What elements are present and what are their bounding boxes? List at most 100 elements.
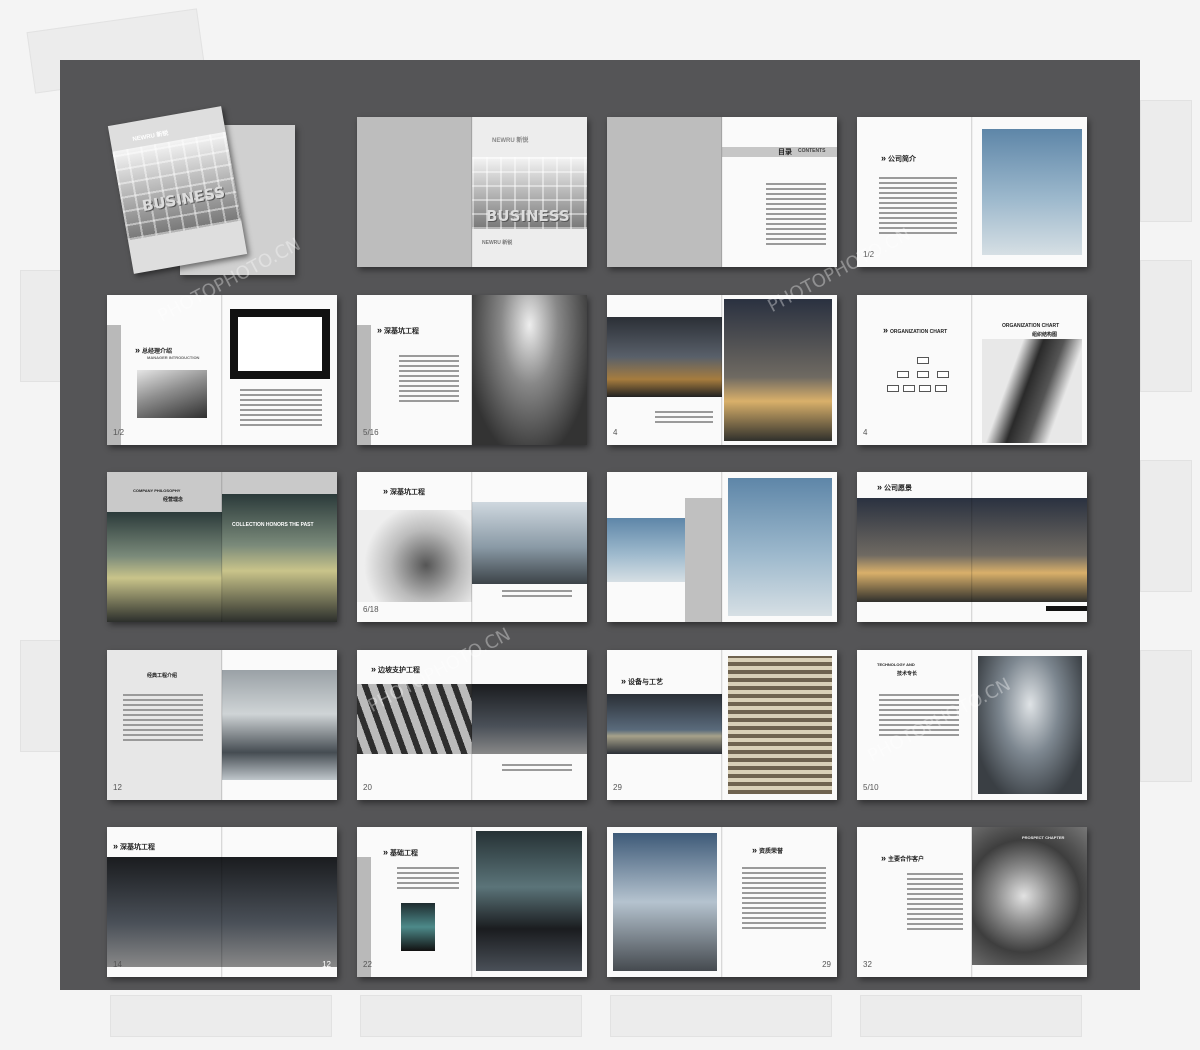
contents-subtitle: CONTENTS (798, 148, 826, 154)
cover-brand: NEWRU 新锐 (492, 138, 529, 144)
chevron-icon: » (113, 841, 119, 851)
spread-towers[interactable] (607, 472, 837, 622)
skyscrapers-photo (472, 684, 587, 754)
body-text (502, 764, 572, 774)
spread-vision[interactable]: » 公司愿景 (857, 472, 1087, 622)
spread-classic[interactable]: 经典工程介绍 12 (107, 650, 337, 800)
chevron-icon: » (383, 486, 389, 496)
fold-shadow (471, 117, 473, 267)
eiffel-sunset-photo (857, 498, 972, 602)
body-text (879, 694, 959, 739)
spread-deep-foundation-2[interactable]: » 深基坑工程 6/18 (357, 472, 587, 622)
page-number: 5/10 (863, 783, 879, 792)
page-right: NEWRU 新锐 BUSINESS NEWRU 新锐 (472, 117, 587, 267)
fold-shadow (971, 472, 973, 622)
fold-shadow (971, 295, 973, 445)
river-sunset-photo (972, 498, 1087, 602)
page-number: 4 (863, 428, 868, 437)
page-right (972, 117, 1087, 267)
spread-qualification[interactable]: » 资质荣誉 29 (607, 827, 837, 977)
fold-shadow (971, 827, 973, 977)
fold-shadow (221, 295, 223, 445)
heading-org-en: » ORGANIZATION CHART (883, 325, 947, 335)
chevron-icon: » (371, 664, 377, 674)
chevron-icon: » (377, 325, 383, 335)
page-right: 12 (222, 827, 337, 977)
portrait-inner (238, 317, 322, 371)
aerial-city-photo-2 (472, 502, 587, 584)
background-ghost-page (1140, 650, 1192, 782)
heading-text: 深基坑工程 (390, 489, 426, 496)
spread-manager[interactable]: » 总经理介绍 MANAGER INTRODUCTION 1/2 (107, 295, 337, 445)
heading-text: 深基坑工程 (120, 844, 156, 851)
heading-company-profile: » 公司简介 (881, 153, 916, 164)
page-number: 12 (113, 783, 122, 792)
page-number: 1/2 (113, 428, 125, 437)
statue-photo (107, 512, 222, 622)
chevron-icon: » (621, 676, 627, 686)
heading-text: 基础工程 (390, 850, 419, 857)
handshake-photo (972, 827, 1087, 965)
spread-deep-foundation-1[interactable]: » 深基坑工程 5/16 (357, 295, 587, 445)
spread-technology[interactable]: TECHNOLOGY AND 技术专长 5/10 (857, 650, 1087, 800)
fold-shadow (221, 650, 223, 800)
page-right (722, 295, 837, 445)
spread-foundation[interactable]: » 基础工程 22 (357, 827, 587, 977)
cover-brand: NEWRU 新锐 (132, 130, 169, 143)
spread-cover[interactable]: NEWRU 新锐 BUSINESS NEWRU 新锐 (357, 117, 587, 267)
page-left (607, 827, 722, 977)
contents-title: 目录 (778, 149, 792, 156)
heading-foundation: » 基础工程 (383, 847, 418, 858)
page-left: COMPANY PHILOSOPHY 经营理念 (107, 472, 222, 622)
spread-organization[interactable]: » ORGANIZATION CHART 4 ORGANIZATION CHART… (857, 295, 1087, 445)
facade-photo (728, 656, 832, 794)
page-right: ORGANIZATION CHART 组织结构图 (972, 295, 1087, 445)
fisheye-city-photo (107, 857, 222, 967)
spread-philosophy[interactable]: COMPANY PHILOSOPHY 经营理念 COLLECTION HONOR… (107, 472, 337, 622)
spread-company-profile[interactable]: » 公司简介 1/2 (857, 117, 1087, 267)
heading-tech-cn: 技术专长 (897, 671, 918, 677)
body-text (397, 867, 459, 892)
brochure-board: NEWRU 新锐 BUSINESS NEWRU 新锐 BUSINESS NEWR… (60, 60, 1140, 990)
structure-photo (476, 831, 582, 971)
cover-brand-bottom: NEWRU 新锐 (482, 240, 513, 246)
spread-equipment[interactable]: » 设备与工艺 29 (607, 650, 837, 800)
spread-deep-foundation-3[interactable]: » 深基坑工程 14 12 (107, 827, 337, 977)
page-left: 经典工程介绍 12 (107, 650, 222, 800)
page-number-right: 12 (322, 960, 331, 969)
fold-shadow (471, 295, 473, 445)
page-number: 14 (113, 960, 122, 969)
page-left: » 边坡支护工程 20 (357, 650, 472, 800)
spread-city-bridge[interactable]: 4 (607, 295, 837, 445)
heading-philosophy-cn: 经营理念 (163, 497, 184, 503)
spread-contents[interactable]: 目录 CONTENTS (607, 117, 837, 267)
page-left: » 主要合作客户 32 (857, 827, 972, 977)
heading-deep-foundation: » 深基坑工程 (383, 486, 425, 497)
chevron-icon: » (877, 482, 883, 492)
team-photo (137, 370, 207, 418)
heading-qualification: » 资质荣誉 (752, 845, 783, 855)
spread-support[interactable]: » 边坡支护工程 20 (357, 650, 587, 800)
page-right (472, 295, 587, 445)
page-number: 32 (863, 960, 872, 969)
heading-deep-foundation: » 深基坑工程 (113, 841, 155, 852)
background-ghost-page (1140, 260, 1192, 392)
eiffel-tower-photo (982, 339, 1082, 443)
body-text (742, 867, 826, 932)
background-ghost-page (20, 270, 62, 382)
heading-manager: » 总经理介绍 (135, 345, 172, 355)
landscape-photo (222, 494, 337, 622)
page-right (972, 650, 1087, 800)
body-text (879, 177, 957, 237)
page-right (222, 650, 337, 800)
page-left: TECHNOLOGY AND 技术专长 5/10 (857, 650, 972, 800)
page-right: 目录 CONTENTS (722, 117, 837, 267)
page-right (222, 295, 337, 445)
waterfront-photo (607, 694, 722, 754)
spread-clients[interactable]: » 主要合作客户 32 PROSPECT CHAPTER (857, 827, 1087, 977)
page-left: » 总经理介绍 MANAGER INTRODUCTION 1/2 (107, 295, 222, 445)
cover-business-word: BUSINESS (486, 207, 570, 225)
heading-clients: » 主要合作客户 (881, 853, 924, 863)
background-ghost-page (1140, 460, 1192, 592)
heading-text: 边坡支护工程 (378, 667, 421, 674)
